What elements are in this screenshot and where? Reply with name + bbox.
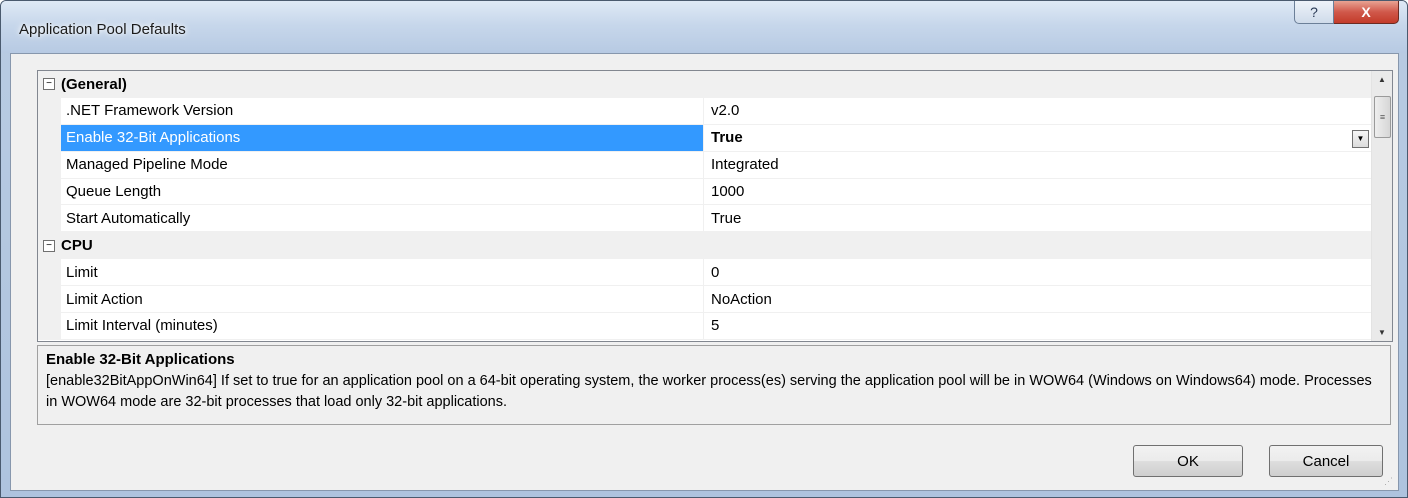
row-gutter <box>38 205 61 233</box>
category-label: CPU <box>61 237 93 255</box>
scroll-down-arrow-icon[interactable]: ▼ <box>1372 324 1392 341</box>
vertical-scrollbar[interactable]: ▲ ≡ ▼ <box>1371 71 1392 341</box>
property-row[interactable]: Managed Pipeline Mode Integrated <box>38 151 1371 179</box>
property-value[interactable]: 0 <box>704 259 1371 287</box>
property-name[interactable]: Managed Pipeline Mode <box>61 151 704 179</box>
property-row[interactable]: Limit 0 <box>38 259 1371 287</box>
title-bar-buttons: ? X <box>1294 1 1399 27</box>
property-value[interactable]: True <box>704 205 1371 233</box>
property-grid[interactable]: − (General) .NET Framework Version v2.0 Enab… <box>37 70 1393 342</box>
category-row[interactable]: − (General) <box>38 71 1371 98</box>
property-name[interactable]: Limit Interval (minutes) <box>61 313 704 340</box>
property-row[interactable]: Queue Length 1000 <box>38 178 1371 206</box>
collapse-icon[interactable]: − <box>43 239 55 252</box>
row-gutter <box>38 313 61 340</box>
property-name[interactable]: Enable 32-Bit Applications <box>61 124 704 152</box>
row-gutter <box>38 151 61 179</box>
ok-button[interactable]: OK <box>1133 445 1243 477</box>
row-gutter <box>38 259 61 287</box>
close-button[interactable]: X <box>1334 1 1399 24</box>
row-gutter <box>38 178 61 206</box>
help-button[interactable]: ? <box>1294 1 1334 24</box>
property-row[interactable]: Limit Interval (minutes) 5 <box>38 313 1371 340</box>
help-icon: ? <box>1310 4 1318 20</box>
description-text: [enable32BitAppOnWin64] If set to true f… <box>46 373 1372 410</box>
property-name[interactable]: Start Automatically <box>61 205 704 233</box>
property-value[interactable]: True <box>704 125 1371 152</box>
category-row[interactable]: − CPU <box>38 232 1371 260</box>
property-name[interactable]: Queue Length <box>61 178 704 206</box>
collapse-icon[interactable]: − <box>43 78 55 91</box>
description-panel: Enable 32-Bit Applications [enable32BitA… <box>37 345 1391 425</box>
dialog-window: Application Pool Defaults ? X − (General)… <box>0 0 1408 498</box>
property-value[interactable]: v2.0 <box>704 98 1371 125</box>
row-gutter <box>38 286 61 314</box>
scroll-thumb[interactable]: ≡ <box>1374 96 1391 138</box>
property-name[interactable]: Limit <box>61 259 704 287</box>
property-value[interactable]: Integrated <box>704 152 1371 179</box>
window-title: Application Pool Defaults <box>19 21 186 38</box>
chevron-down-icon[interactable]: ▼ <box>1352 129 1369 148</box>
property-grid-rows: − (General) .NET Framework Version v2.0 Enab… <box>38 71 1371 341</box>
property-row[interactable]: Limit Action NoAction <box>38 286 1371 314</box>
close-icon: X <box>1361 4 1371 20</box>
property-value[interactable]: NoAction <box>704 286 1371 314</box>
property-value[interactable]: 1000 <box>704 179 1371 206</box>
row-gutter <box>38 124 61 152</box>
category-label: (General) <box>61 75 127 93</box>
cancel-button[interactable]: Cancel <box>1269 445 1383 477</box>
property-row[interactable]: Enable 32-Bit Applications True ▼ <box>38 124 1371 152</box>
description-title: Enable 32-Bit Applications <box>46 351 235 368</box>
scroll-up-arrow-icon[interactable]: ▲ <box>1372 71 1392 88</box>
row-gutter <box>38 97 61 125</box>
property-value[interactable]: 5 <box>704 313 1371 340</box>
property-row[interactable]: Start Automatically True <box>38 205 1371 233</box>
resize-grip-icon[interactable]: ⋰ <box>1384 476 1396 488</box>
property-name[interactable]: Limit Action <box>61 286 704 314</box>
title-bar[interactable]: Application Pool Defaults ? X <box>1 1 1407 53</box>
dialog-client-area: − (General) .NET Framework Version v2.0 Enab… <box>10 53 1399 491</box>
property-row[interactable]: .NET Framework Version v2.0 <box>38 97 1371 125</box>
property-name[interactable]: .NET Framework Version <box>61 97 704 125</box>
